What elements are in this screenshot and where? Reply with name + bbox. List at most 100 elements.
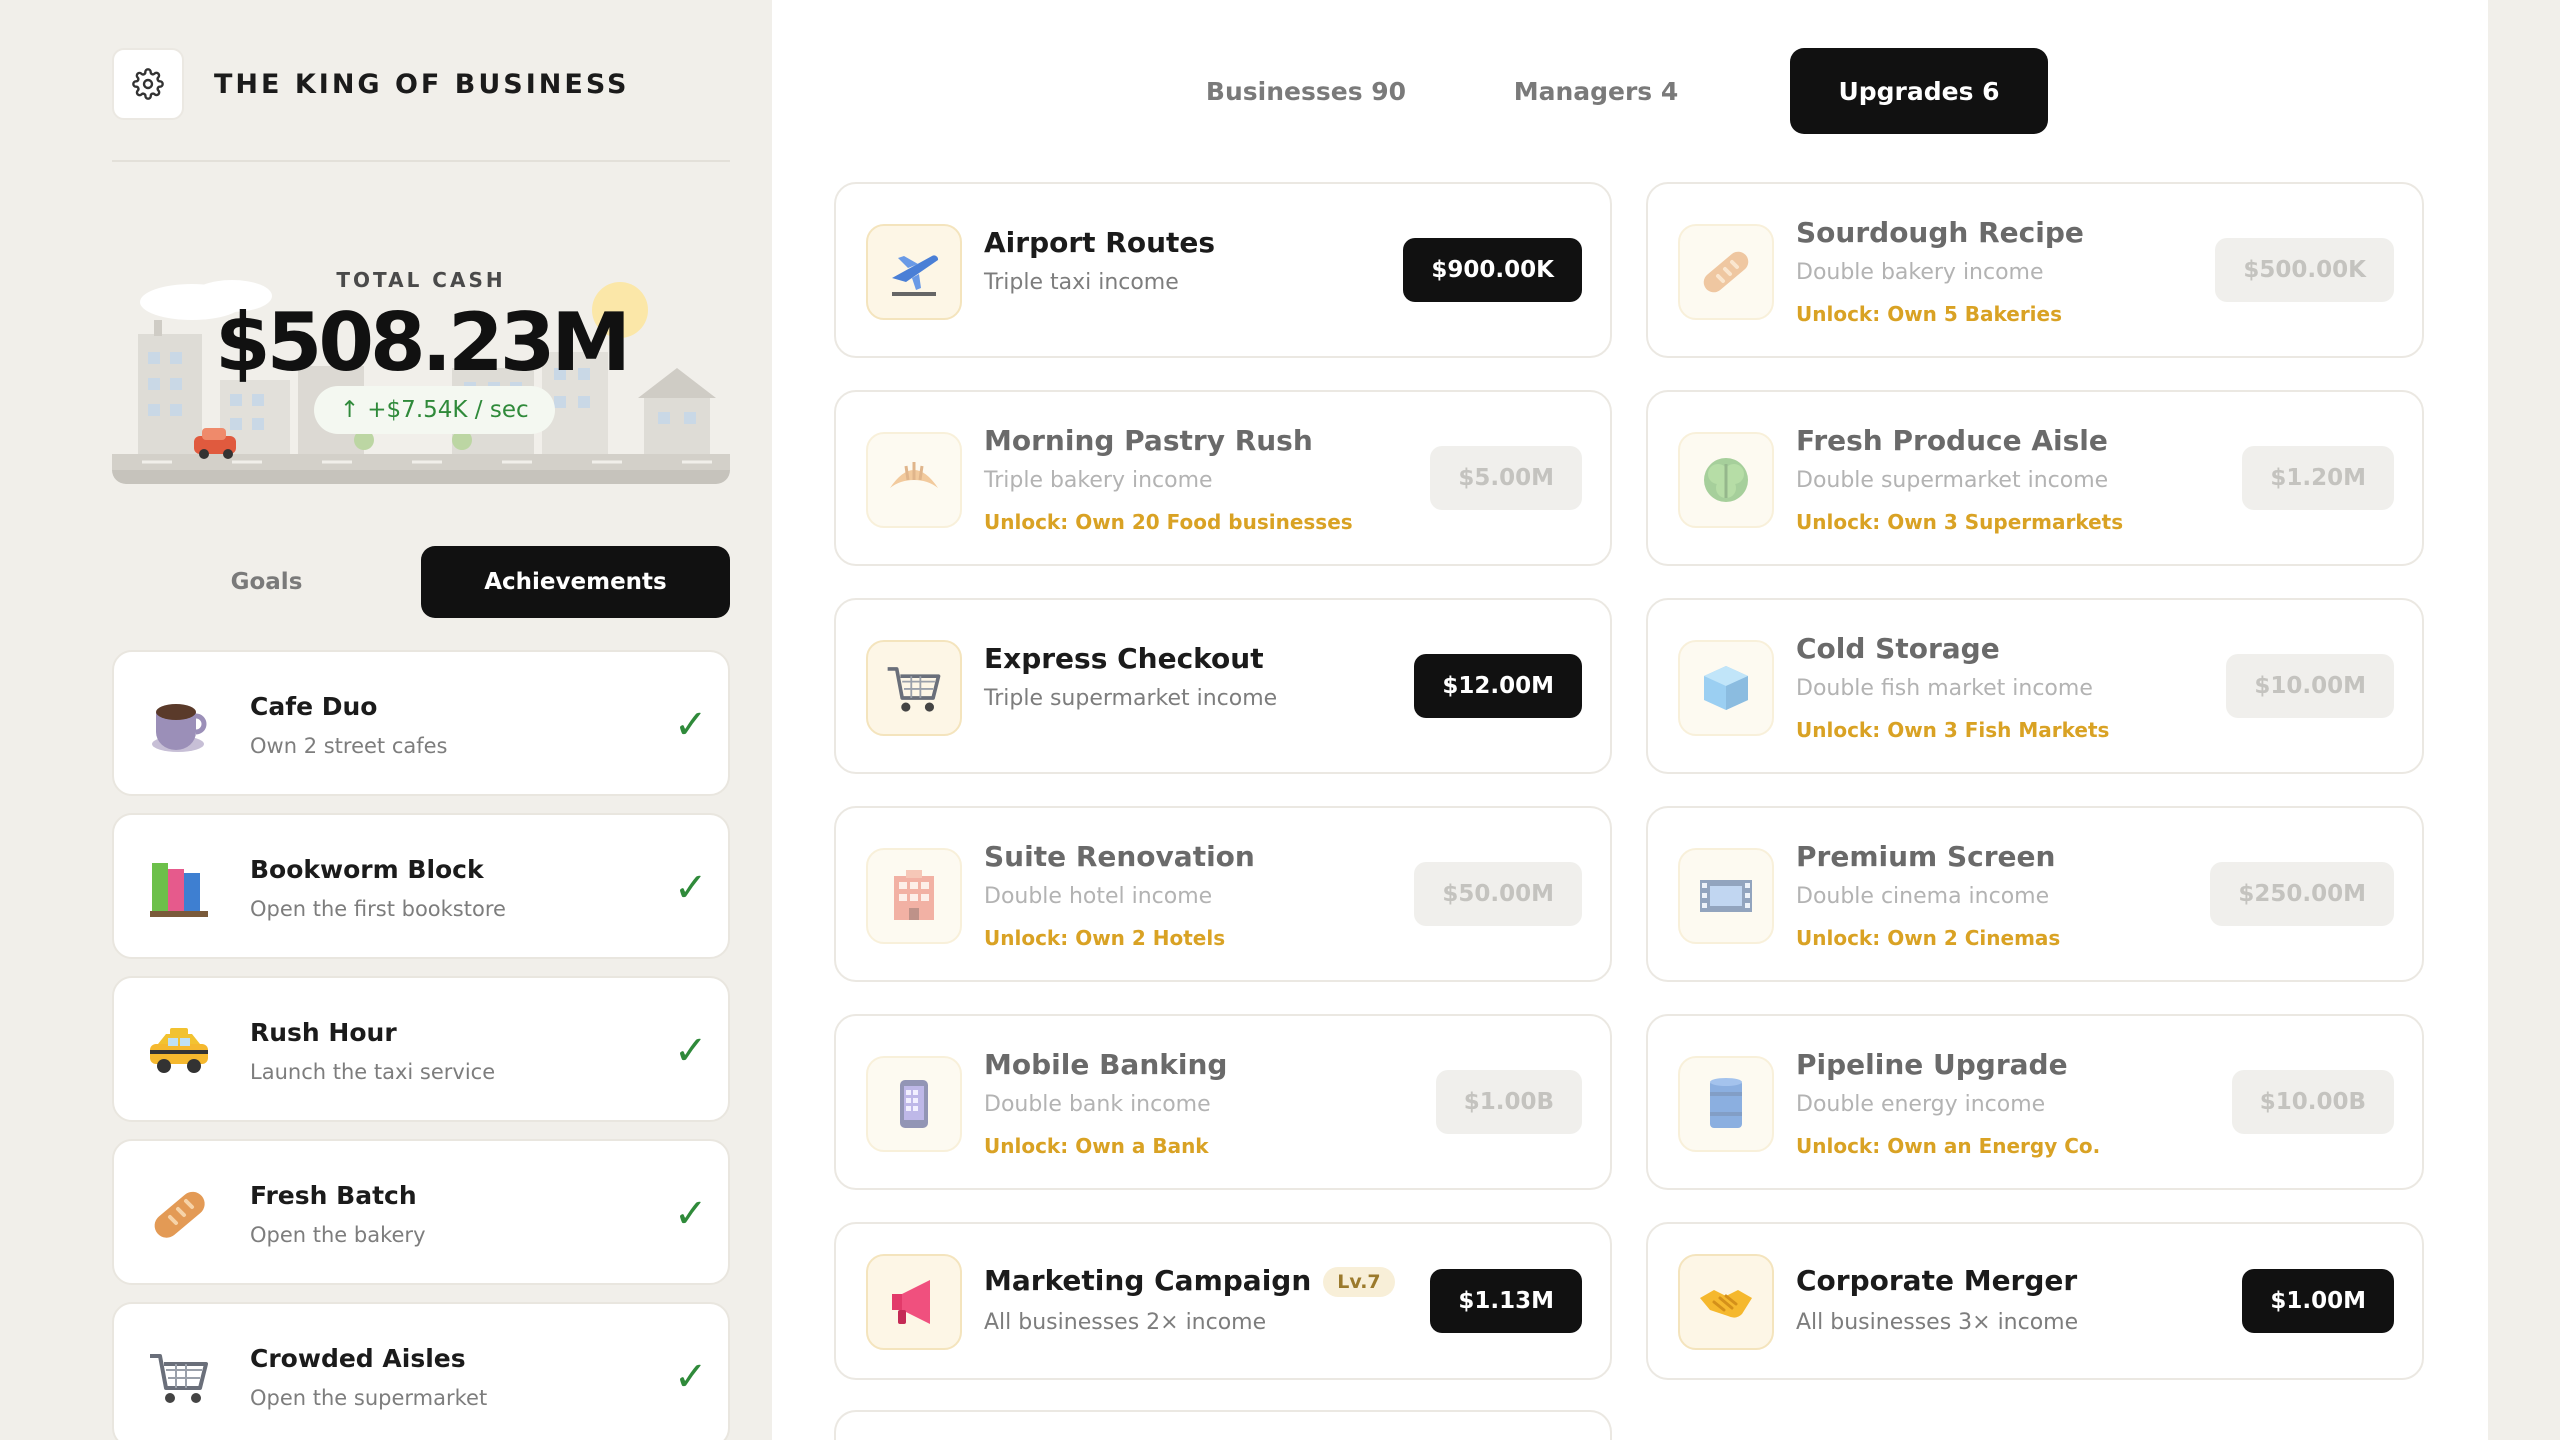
upgrade-card-partial	[834, 1410, 1612, 1440]
achievement-item[interactable]: Rush Hour Launch the taxi service ✓	[112, 976, 730, 1122]
achievement-title: Cafe Duo	[250, 692, 378, 721]
achievement-title: Fresh Batch	[250, 1181, 417, 1210]
bread-icon	[1703, 251, 1749, 293]
upgrade-name: Premium Screen	[1796, 840, 2056, 873]
upgrade-icon-box	[866, 640, 962, 736]
megaphone-icon	[892, 1280, 930, 1324]
upgrade-name: Pipeline Upgrade	[1796, 1048, 2068, 1081]
checkmark-icon: ✓	[674, 702, 708, 748]
upgrade-name-text: Marketing Campaign	[984, 1264, 1312, 1297]
tab-upgrades[interactable]: Upgrades 6	[1790, 48, 2048, 134]
upgrade-card-cold-storage: Cold Storage Double fish market income U…	[1646, 598, 2424, 774]
upgrade-desc: Double energy income	[1796, 1092, 2046, 1117]
checkmark-icon: ✓	[674, 1354, 708, 1400]
income-rate-value: +$7.54K / sec	[367, 397, 529, 423]
upgrade-icon-box	[1678, 640, 1774, 736]
achievement-item[interactable]: Bookworm Block Open the first bookstore …	[112, 813, 730, 959]
locked-price-button[interactable]: $50.00M	[1414, 862, 1582, 926]
upgrade-name: Mobile Banking	[984, 1048, 1228, 1081]
locked-price-button[interactable]: $250.00M	[2210, 862, 2394, 926]
shopping-cart-icon	[150, 1354, 208, 1403]
upgrade-card-express-checkout: Express Checkout Triple supermarket inco…	[834, 598, 1612, 774]
main-panel: Businesses 90 Managers 4 Upgrades 6 Airp…	[772, 0, 2488, 1440]
buy-upgrade-button[interactable]: $900.00K	[1403, 238, 1582, 302]
upgrade-card-corporate-merger: Corporate Merger All businesses 3× incom…	[1646, 1222, 2424, 1380]
achievement-item[interactable]: Cafe Duo Own 2 street cafes ✓	[112, 650, 730, 796]
checkmark-icon: ✓	[674, 1028, 708, 1074]
tab-achievements[interactable]: Achievements	[421, 546, 730, 618]
app-title: THE KING OF BUSINESS	[214, 68, 630, 100]
upgrade-name: Express Checkout	[984, 642, 1264, 675]
arrow-up-icon: ↑	[340, 397, 360, 423]
upgrade-icon-box	[1678, 224, 1774, 320]
upgrade-unlock-requirement: Unlock: Own a Bank	[984, 1134, 1209, 1158]
upgrade-desc: Double supermarket income	[1796, 468, 2109, 493]
buy-upgrade-button[interactable]: $1.00M	[2242, 1269, 2394, 1333]
sidebar-tabs: Goals Achievements	[112, 546, 730, 618]
checkmark-icon: ✓	[674, 865, 708, 911]
upgrade-unlock-requirement: Unlock: Own 3 Fish Markets	[1796, 718, 2110, 742]
upgrade-card-marketing-campaign: Marketing Campaign Lv.7 All businesses 2×…	[834, 1222, 1612, 1380]
tab-businesses[interactable]: Businesses 90	[1196, 48, 1416, 134]
upgrade-desc: Triple bakery income	[984, 468, 1213, 493]
film-icon	[1700, 880, 1752, 912]
buy-upgrade-button[interactable]: $12.00M	[1414, 654, 1582, 718]
tab-managers[interactable]: Managers 4	[1496, 48, 1696, 134]
achievement-title: Crowded Aisles	[250, 1344, 466, 1373]
upgrade-card-mobile-banking: Mobile Banking Double bank income Unlock…	[834, 1014, 1612, 1190]
checkmark-icon: ✓	[674, 1191, 708, 1237]
shopping-cart-icon	[887, 667, 941, 712]
achievement-desc: Open the supermarket	[250, 1386, 488, 1410]
upgrade-name: Cold Storage	[1796, 632, 2000, 665]
total-cash-label: TOTAL CASH	[336, 268, 506, 292]
airplane-icon	[892, 255, 939, 296]
locked-price-button[interactable]: $1.20M	[2242, 446, 2394, 510]
upgrade-icon-box	[866, 848, 962, 944]
upgrade-desc: Triple supermarket income	[984, 686, 1278, 711]
locked-price-button[interactable]: $500.00K	[2215, 238, 2394, 302]
upgrade-card-airport-routes: Airport Routes Triple taxi income $900.0…	[834, 182, 1612, 358]
upgrade-desc: Double fish market income	[1796, 676, 2093, 701]
upgrade-icon-box	[1678, 432, 1774, 528]
croissant-icon	[890, 462, 938, 488]
upgrade-icon-box	[1678, 1056, 1774, 1152]
sidebar: THE KING OF BUSINESS TOTAL CASH $508.23M…	[0, 0, 772, 1440]
upgrade-desc: Double cinema income	[1796, 884, 2050, 909]
income-rate-badge: ↑ +$7.54K / sec	[314, 386, 555, 434]
achievement-desc: Own 2 street cafes	[250, 734, 448, 758]
upgrade-icon-box	[1678, 848, 1774, 944]
upgrade-name: Corporate Merger	[1796, 1264, 2078, 1297]
upgrade-icon-box	[1678, 1254, 1774, 1350]
total-cash-card: TOTAL CASH $508.23M ↑ +$7.54K / sec	[112, 256, 730, 484]
main-tabs: Businesses 90 Managers 4 Upgrades 6	[772, 48, 2488, 134]
achievement-desc: Open the bakery	[250, 1223, 426, 1247]
achievement-item[interactable]: Crowded Aisles Open the supermarket ✓	[112, 1302, 730, 1440]
upgrade-desc: Triple taxi income	[984, 270, 1179, 295]
settings-button[interactable]	[112, 48, 184, 120]
upgrade-icon-box	[866, 224, 962, 320]
gear-icon	[132, 68, 164, 100]
upgrade-unlock-requirement: Unlock: Own 20 Food businesses	[984, 510, 1353, 534]
locked-price-button[interactable]: $10.00B	[2231, 1070, 2394, 1134]
level-badge: Lv.7	[1323, 1267, 1395, 1297]
upgrade-unlock-requirement: Unlock: Own 2 Cinemas	[1796, 926, 2061, 950]
buy-upgrade-button[interactable]: $1.13M	[1430, 1269, 1582, 1333]
achievement-item[interactable]: Fresh Batch Open the bakery ✓	[112, 1139, 730, 1285]
bread-icon	[154, 1191, 205, 1238]
upgrade-desc: Double hotel income	[984, 884, 1213, 909]
upgrade-card-pipeline-upgrade: Pipeline Upgrade Double energy income Un…	[1646, 1014, 2424, 1190]
upgrade-desc: Double bakery income	[1796, 260, 2044, 285]
locked-price-button[interactable]: $5.00M	[1430, 446, 1582, 510]
upgrade-unlock-requirement: Unlock: Own 3 Supermarkets	[1796, 510, 2124, 534]
upgrade-card-suite-renovation: Suite Renovation Double hotel income Unl…	[834, 806, 1612, 982]
books-icon	[150, 863, 208, 917]
coffee-cup-icon	[152, 704, 207, 752]
locked-price-button[interactable]: $1.00B	[1435, 1070, 1582, 1134]
locked-price-button[interactable]: $10.00M	[2226, 654, 2394, 718]
tab-goals[interactable]: Goals	[112, 546, 421, 618]
upgrade-name: Airport Routes	[984, 226, 1216, 259]
hotel-icon	[894, 870, 934, 920]
ice-cube-icon	[1704, 666, 1748, 710]
achievement-title: Bookworm Block	[250, 855, 484, 884]
upgrade-card-fresh-produce-aisle: Fresh Produce Aisle Double supermarket i…	[1646, 390, 2424, 566]
